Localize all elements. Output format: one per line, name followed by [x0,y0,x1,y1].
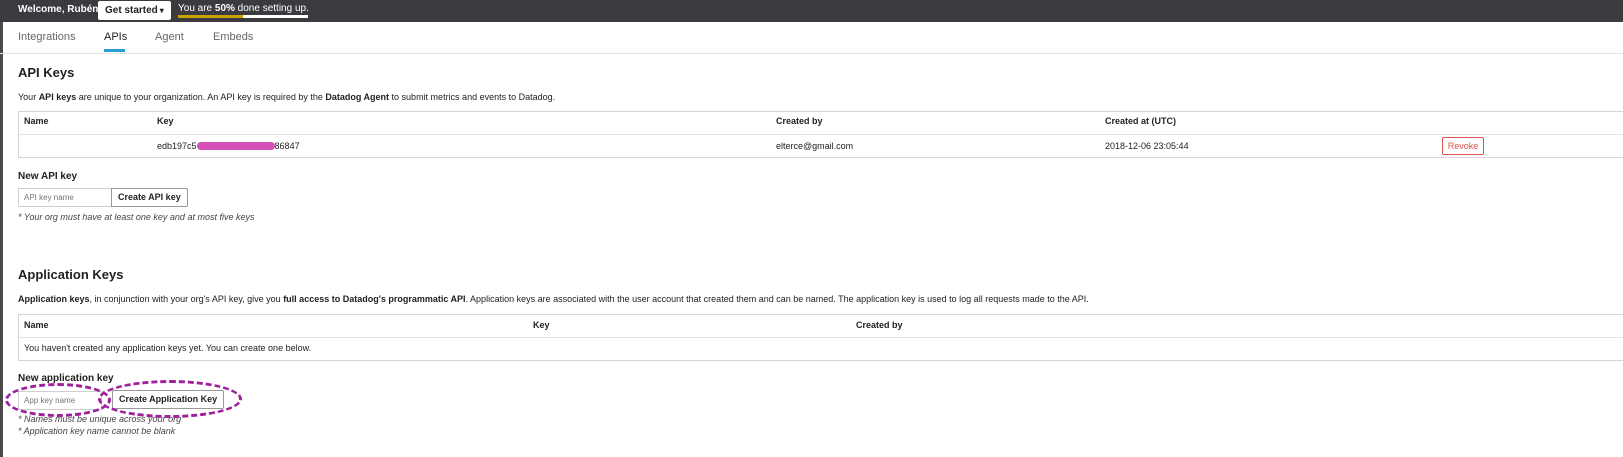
column-header-key: Key [533,320,550,330]
column-header-created-at: Created at (UTC) [1105,116,1177,126]
application-keys-title: Application Keys [18,267,124,282]
top-bar: Welcome, Rubén! Get started ▾ You are 50%… [0,0,1623,22]
tab-bar: Integrations APIs Agent Embeds [0,22,1623,54]
row-divider [19,134,1623,135]
left-edge [0,0,3,457]
desc-text: . Application keys are associated with t… [465,294,1089,304]
progress-percent: 50% [214,3,235,14]
desc-text: are unique to your organization. An API … [76,92,326,102]
revoke-button[interactable]: Revoke [1442,137,1484,155]
desc-text: , in conjunction with your org's API key… [89,294,284,304]
key-suffix: 86847 [274,141,300,151]
create-api-key-button[interactable]: Create API key [111,188,188,207]
desc-bold: full access to Datadog's programmatic AP… [283,294,466,304]
redaction-mark [196,142,275,150]
column-header-name: Name [24,320,49,330]
tab-apis[interactable]: APIs [104,31,127,43]
api-key-created-at: 2018-12-06 23:05:44 [1105,141,1189,151]
column-header-created-by: Created by [776,116,823,126]
active-tab-indicator [104,49,125,52]
api-keys-title: API Keys [18,65,75,80]
empty-state-message: You haven't created any application keys… [24,343,312,353]
api-key-created-by: elterce@gmail.com [776,141,854,151]
caret-down-icon: ▾ [159,6,164,15]
api-keys-description: Your API keys are unique to your organiz… [18,92,555,102]
column-header-created-by: Created by [856,320,903,330]
application-keys-description: Application keys, in conjunction with yo… [18,294,1089,304]
key-prefix: edb197c5 [157,141,197,151]
application-keys-table: Name Key Created by You haven't created … [18,314,1623,361]
annotation-circle [5,383,111,417]
setup-progress-text: You are 50% done setting up. [178,3,309,14]
column-header-key: Key [157,116,174,126]
desc-bold: API keys [38,92,77,102]
desc-text: Your [18,92,39,102]
row-divider [19,337,1623,338]
tab-embeds[interactable]: Embeds [213,31,253,43]
annotation-circle [98,380,242,418]
setup-progress-fill [178,15,243,18]
api-key-limit-note: * Your org must have at least one key an… [18,212,255,222]
blank-name-note: * Application key name cannot be blank [18,426,176,436]
desc-bold: Datadog Agent [325,92,390,102]
tab-integrations[interactable]: Integrations [18,31,75,43]
setup-progress-bar [178,15,308,18]
progress-prefix: You are [178,3,215,14]
api-keys-table: Name Key Created by Created at (UTC) edb… [18,111,1623,158]
get-started-dropdown[interactable]: Get started ▾ [98,1,171,20]
desc-bold: Application keys [18,294,90,304]
column-header-name: Name [24,116,49,126]
new-api-key-title: New API key [18,171,78,182]
progress-suffix: done setting up. [234,3,309,14]
tab-agent[interactable]: Agent [155,31,184,43]
welcome-text: Welcome, Rubén! [18,4,102,15]
desc-text: to submit metrics and events to Datadog. [389,92,556,102]
api-key-name-input[interactable] [18,188,112,207]
get-started-label: Get started [105,5,158,16]
api-key-value: edb197c5 86847 [157,141,300,151]
